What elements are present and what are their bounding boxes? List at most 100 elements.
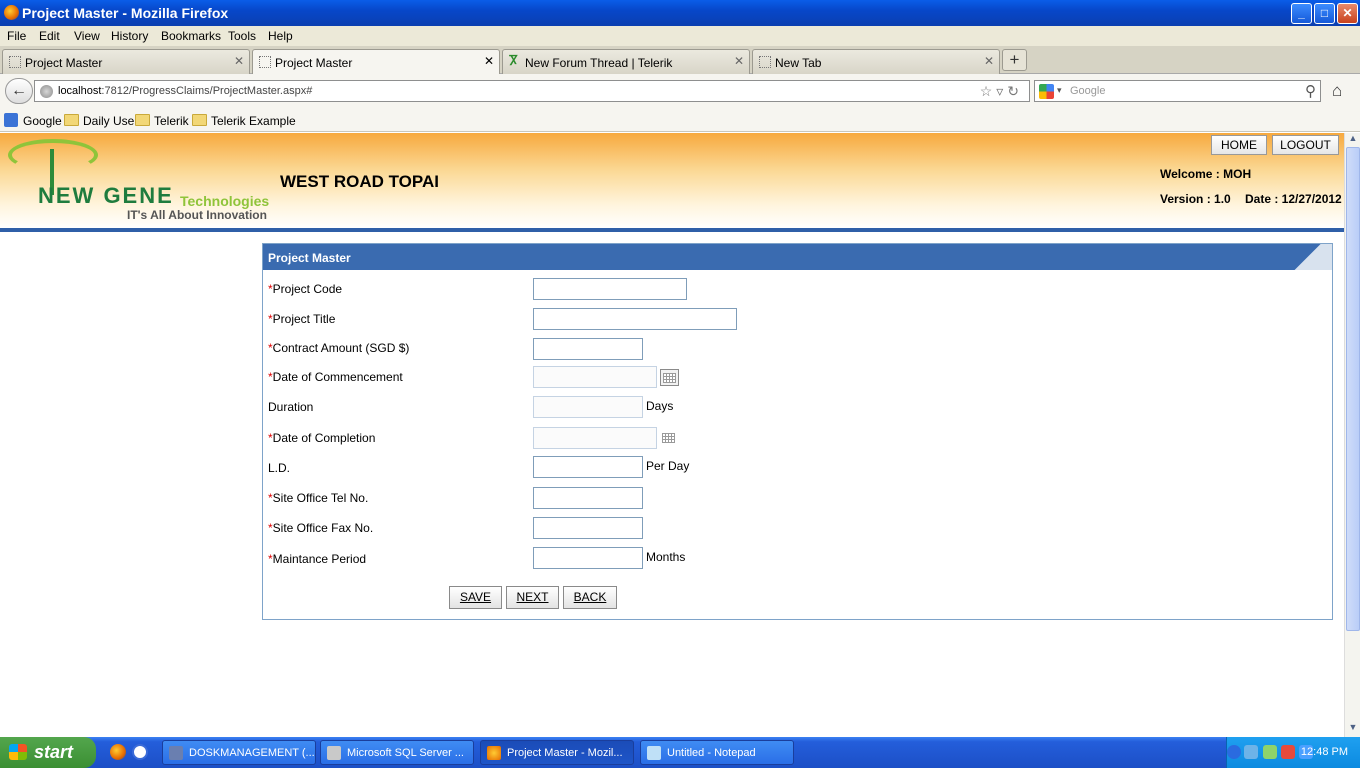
firefox-icon — [4, 5, 19, 20]
field-label-ld: L.D. — [268, 461, 290, 475]
menu-bookmarks[interactable]: Bookmarks — [161, 29, 221, 43]
tray-arrow-icon[interactable] — [1227, 745, 1241, 759]
logo-tagline: IT's All About Innovation — [127, 208, 267, 222]
folder-icon — [192, 114, 207, 126]
date-text: Date : 12/27/2012 — [1245, 192, 1342, 206]
field-label-site-office-fax: *Site Office Fax No. — [268, 521, 373, 535]
bookmark-telerik-example[interactable]: Telerik Example — [211, 114, 296, 128]
label-text: Date of Completion — [272, 431, 376, 445]
contract-amount-input[interactable] — [533, 338, 643, 360]
start-label: start — [34, 742, 74, 762]
task-label: Microsoft SQL Server ... — [347, 747, 464, 759]
scrollbar-thumb[interactable] — [1346, 147, 1360, 631]
welcome-text: Welcome : MOH — [1160, 167, 1252, 181]
save-button[interactable]: SAVE — [449, 586, 502, 609]
close-tab-icon[interactable]: ✕ — [484, 54, 494, 68]
scroll-up-icon[interactable]: ▲ — [1346, 133, 1360, 146]
back-button[interactable]: ← — [5, 78, 33, 104]
menu-file[interactable]: File — [7, 29, 26, 43]
label-text: Date of Commencement — [272, 370, 403, 384]
close-tab-icon[interactable]: ✕ — [734, 54, 744, 68]
start-button[interactable]: start — [0, 737, 96, 768]
menu-bar: File Edit View History Bookmarks Tools H… — [0, 26, 1360, 46]
duration-input[interactable] — [533, 396, 643, 418]
field-label-project-title: *Project Title — [268, 312, 335, 326]
menu-view[interactable]: View — [74, 29, 100, 43]
logout-button[interactable]: LOGOUT — [1272, 135, 1339, 155]
taskbar-item-project-master[interactable]: Project Master - Mozil... — [480, 740, 634, 765]
site-office-tel-input[interactable] — [533, 487, 643, 509]
tray-app-icon[interactable] — [1263, 745, 1277, 759]
calendar-icon[interactable] — [660, 369, 679, 386]
windows-logo-icon — [9, 744, 27, 760]
field-label-site-office-tel: *Site Office Tel No. — [268, 491, 368, 505]
site-office-fax-input[interactable] — [533, 517, 643, 539]
tab-new-forum-thread[interactable]: Ⴟ New Forum Thread | Telerik ✕ — [502, 49, 750, 74]
bookmark-daily-use[interactable]: Daily Use — [83, 114, 134, 128]
next-button[interactable]: NEXT — [506, 586, 559, 609]
google-icon[interactable] — [1039, 84, 1054, 99]
date-of-completion-input[interactable] — [533, 427, 657, 449]
page-content: NEW GENE Technologies IT's All About Inn… — [0, 133, 1344, 737]
field-label-date-of-commencement: *Date of Commencement — [268, 370, 403, 384]
label-text: L.D. — [268, 461, 291, 475]
app-icon — [169, 746, 183, 760]
search-icon[interactable]: ⚲ — [1305, 82, 1316, 100]
tab-project-master-2[interactable]: Project Master ✕ — [252, 49, 500, 75]
taskbar-item-doskmanagement[interactable]: DOSKMANAGEMENT (... — [162, 740, 316, 765]
field-label-duration: Duration — [268, 400, 313, 414]
home-button[interactable]: HOME — [1211, 135, 1267, 155]
minimize-button[interactable]: _ — [1291, 3, 1312, 24]
logo-technologies: Technologies — [180, 193, 270, 209]
url-host: localhost — [58, 85, 102, 97]
close-tab-icon[interactable]: ✕ — [234, 54, 244, 68]
close-tab-icon[interactable]: ✕ — [984, 54, 994, 68]
menu-edit[interactable]: Edit — [39, 29, 60, 43]
label-text: Site Office Tel No. — [272, 491, 369, 505]
dropdown-arrow-icon[interactable]: ▾ — [1057, 85, 1062, 96]
label-text: Duration — [268, 400, 314, 414]
bookmark-telerik[interactable]: Telerik — [154, 114, 189, 128]
menu-history[interactable]: History — [111, 29, 148, 43]
task-label: Untitled - Notepad — [667, 747, 756, 759]
network-icon[interactable] — [1244, 745, 1258, 759]
firefox-quicklaunch-icon[interactable] — [110, 744, 126, 760]
close-window-button[interactable]: ✕ — [1337, 3, 1358, 24]
calendar-icon[interactable] — [660, 430, 679, 447]
bookmark-google[interactable]: Google — [23, 114, 62, 128]
taskbar-item-notepad[interactable]: Untitled - Notepad — [640, 740, 794, 765]
tab-new-tab[interactable]: New Tab ✕ — [752, 49, 1000, 74]
duration-unit: Days — [646, 399, 674, 413]
panel-title: Project Master — [268, 251, 351, 265]
field-label-contract-amount: *Contract Amount (SGD $) — [268, 341, 409, 355]
tab-project-master-1[interactable]: Project Master ✕ — [2, 49, 250, 74]
system-tray: 12:48 PM — [1226, 737, 1360, 768]
menu-tools[interactable]: Tools — [228, 29, 256, 43]
date-of-commencement-input[interactable] — [533, 366, 657, 388]
menu-help[interactable]: Help — [268, 29, 293, 43]
search-box[interactable]: ▾ Google ⚲ — [1034, 80, 1321, 102]
ld-input[interactable] — [533, 456, 643, 478]
new-tab-button[interactable]: + — [1002, 49, 1027, 71]
app-icon — [327, 746, 341, 760]
scroll-down-icon[interactable]: ▼ — [1346, 722, 1360, 735]
field-label-project-code: *Project Code — [268, 282, 342, 296]
project-title-input[interactable] — [533, 308, 737, 330]
url-bar[interactable]: localhost:7812/ProgressClaims/ProjectMas… — [34, 80, 1030, 102]
project-code-input[interactable] — [533, 278, 687, 300]
security-icon[interactable] — [1281, 745, 1295, 759]
maintance-period-input[interactable] — [533, 547, 643, 569]
window-title-bar[interactable]: Project Master - Mozilla Firefox _ □ ✕ — [0, 0, 1360, 26]
tab-label: Project Master — [275, 56, 353, 70]
home-icon[interactable]: ⌂ — [1332, 81, 1342, 101]
logo-brand: NEW GENE — [38, 183, 174, 208]
bookmark-star-icon[interactable]: ☆▿↻ — [980, 83, 1023, 100]
project-master-panel: Project Master *Project Code *Project Ti… — [262, 243, 1333, 620]
folder-icon — [64, 114, 79, 126]
clock: 12:48 PM — [1300, 746, 1348, 758]
taskbar-item-sql-server[interactable]: Microsoft SQL Server ... — [320, 740, 474, 765]
ie-quicklaunch-icon[interactable] — [132, 744, 148, 760]
vertical-scrollbar[interactable]: ▲ ▼ — [1344, 133, 1360, 737]
maximize-button[interactable]: □ — [1314, 3, 1335, 24]
back-button[interactable]: BACK — [563, 586, 617, 609]
